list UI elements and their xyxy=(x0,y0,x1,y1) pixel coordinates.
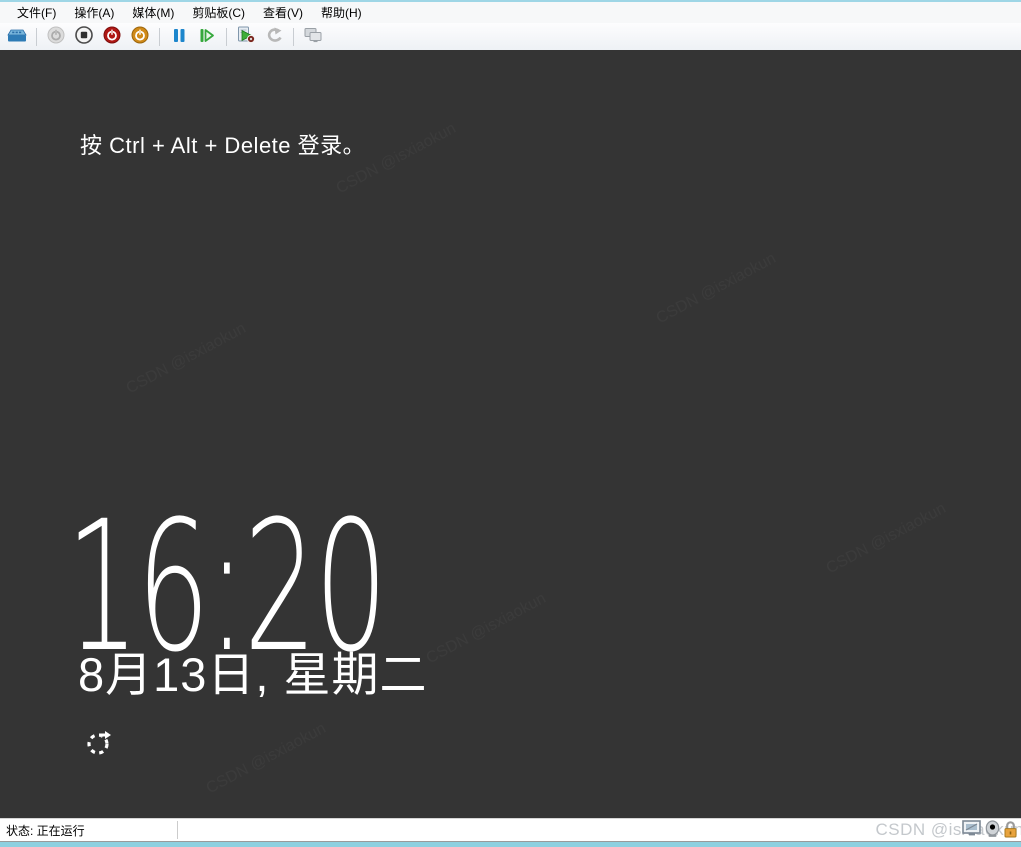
checkpoint-icon xyxy=(236,26,256,47)
toolbar-separator xyxy=(226,28,227,46)
revert-icon xyxy=(265,27,283,46)
shut-down-icon xyxy=(103,26,121,47)
checkpoint-button[interactable] xyxy=(234,25,258,48)
turn-off-icon xyxy=(75,26,93,47)
vm-status-text: 状态: 正在运行 xyxy=(0,822,177,839)
ctrl-alt-del-button[interactable] xyxy=(5,25,29,48)
menu-view[interactable]: 查看(V) xyxy=(254,2,312,23)
menu-action[interactable]: 操作(A) xyxy=(65,2,123,23)
network-status-icon xyxy=(85,728,115,763)
vm-display[interactable]: CSDN @isxiaokun CSDN @isxiaokun CSDN @is… xyxy=(0,50,1021,818)
diagonal-watermark: CSDN @isxiaokun xyxy=(204,720,330,798)
enhanced-session-icon xyxy=(303,27,323,47)
reset-icon xyxy=(199,28,215,46)
vmconnect-window: 文件(F) 操作(A) 媒体(M) 剪贴板(C) 查看(V) 帮助(H) xyxy=(0,0,1021,847)
diagonal-watermark: CSDN @isxiaokun xyxy=(654,250,780,328)
toolbar xyxy=(0,23,1021,50)
save-state-icon xyxy=(131,26,149,47)
toolbar-separator xyxy=(159,28,160,46)
diagonal-watermark: CSDN @isxiaokun xyxy=(124,320,250,398)
enhanced-session-button[interactable] xyxy=(301,25,325,48)
ctrl-alt-del-icon xyxy=(7,27,27,47)
menu-clipboard[interactable]: 剪贴板(C) xyxy=(183,2,254,23)
menu-bar: 文件(F) 操作(A) 媒体(M) 剪贴板(C) 查看(V) 帮助(H) xyxy=(0,2,1021,23)
lock-screen-date: 8月13日, 星期二 xyxy=(78,636,428,705)
start-button[interactable] xyxy=(44,25,68,48)
status-bar: 状态: 正在运行 CSDN @isxiaokun xyxy=(0,818,1021,841)
menu-help[interactable]: 帮助(H) xyxy=(312,2,371,23)
diagonal-watermark: CSDN @isxiaokun xyxy=(824,500,950,578)
pause-icon xyxy=(172,28,186,46)
monitor-icon xyxy=(962,820,982,840)
menu-media[interactable]: 媒体(M) xyxy=(123,2,183,23)
menu-file[interactable]: 文件(F) xyxy=(8,2,65,23)
shut-down-button[interactable] xyxy=(100,25,124,48)
turn-off-button[interactable] xyxy=(72,25,96,48)
lock-icon xyxy=(1003,820,1018,841)
save-state-button[interactable] xyxy=(128,25,152,48)
toolbar-separator xyxy=(293,28,294,46)
lock-screen-instruction: 按 Ctrl + Alt + Delete 登录。 xyxy=(80,128,365,160)
status-bar-divider xyxy=(177,821,178,839)
reset-button[interactable] xyxy=(195,25,219,48)
window-border xyxy=(0,842,1021,847)
pause-button[interactable] xyxy=(167,25,191,48)
start-power-icon xyxy=(47,26,65,47)
diagonal-watermark: CSDN @isxiaokun xyxy=(424,590,550,668)
revert-button[interactable] xyxy=(262,25,286,48)
toolbar-separator xyxy=(36,28,37,46)
webcam-icon xyxy=(984,820,1001,841)
